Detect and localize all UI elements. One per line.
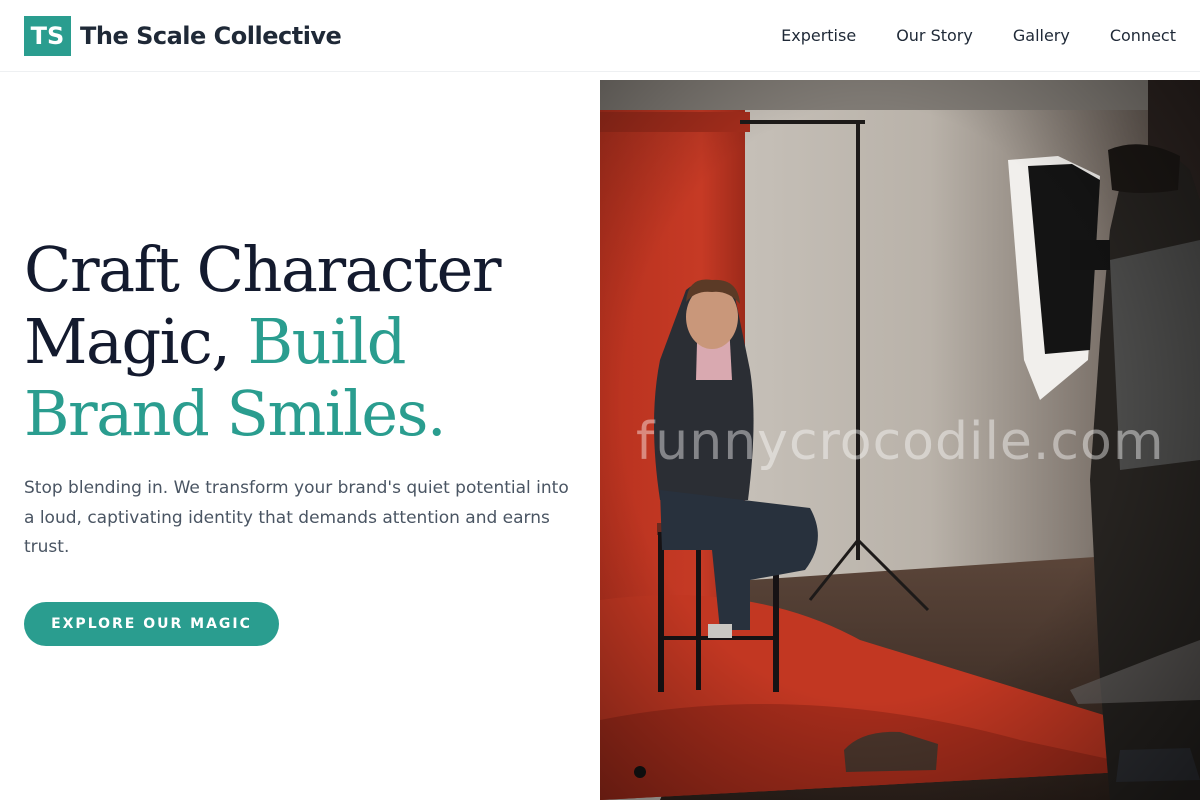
headline-line-2a: Magic, [24, 305, 248, 378]
watermark-text: funnycrocodile.com [636, 412, 1165, 472]
hero-subtext: Stop blending in. We transform your bran… [24, 478, 569, 557]
site-header: TS The Scale Collective Expertise Our St… [0, 0, 1200, 72]
nav-link-expertise[interactable]: Expertise [781, 26, 856, 45]
hero-text-section: Craft Character Magic, Build Brand Smile… [24, 72, 584, 800]
hero-headline: Craft Character Magic, Build Brand Smile… [24, 234, 584, 450]
nav-link-connect[interactable]: Connect [1110, 26, 1176, 45]
logo-mark: TS [24, 15, 71, 56]
nav-link-our-story[interactable]: Our Story [896, 26, 973, 45]
hero-photo: funnycrocodile.com [600, 80, 1200, 800]
brand-link[interactable]: TS The Scale Collective [24, 15, 342, 56]
headline-line-3: Brand Smiles. [24, 377, 447, 450]
brand-name: The Scale Collective [80, 21, 342, 50]
nav-link-gallery[interactable]: Gallery [1013, 26, 1070, 45]
headline-line-1: Craft Character [24, 233, 502, 306]
headline-line-2b: Build [247, 305, 407, 378]
explore-magic-button[interactable]: EXPLORE OUR MAGIC [24, 602, 279, 646]
main-nav: Expertise Our Story Gallery Connect [781, 26, 1176, 45]
